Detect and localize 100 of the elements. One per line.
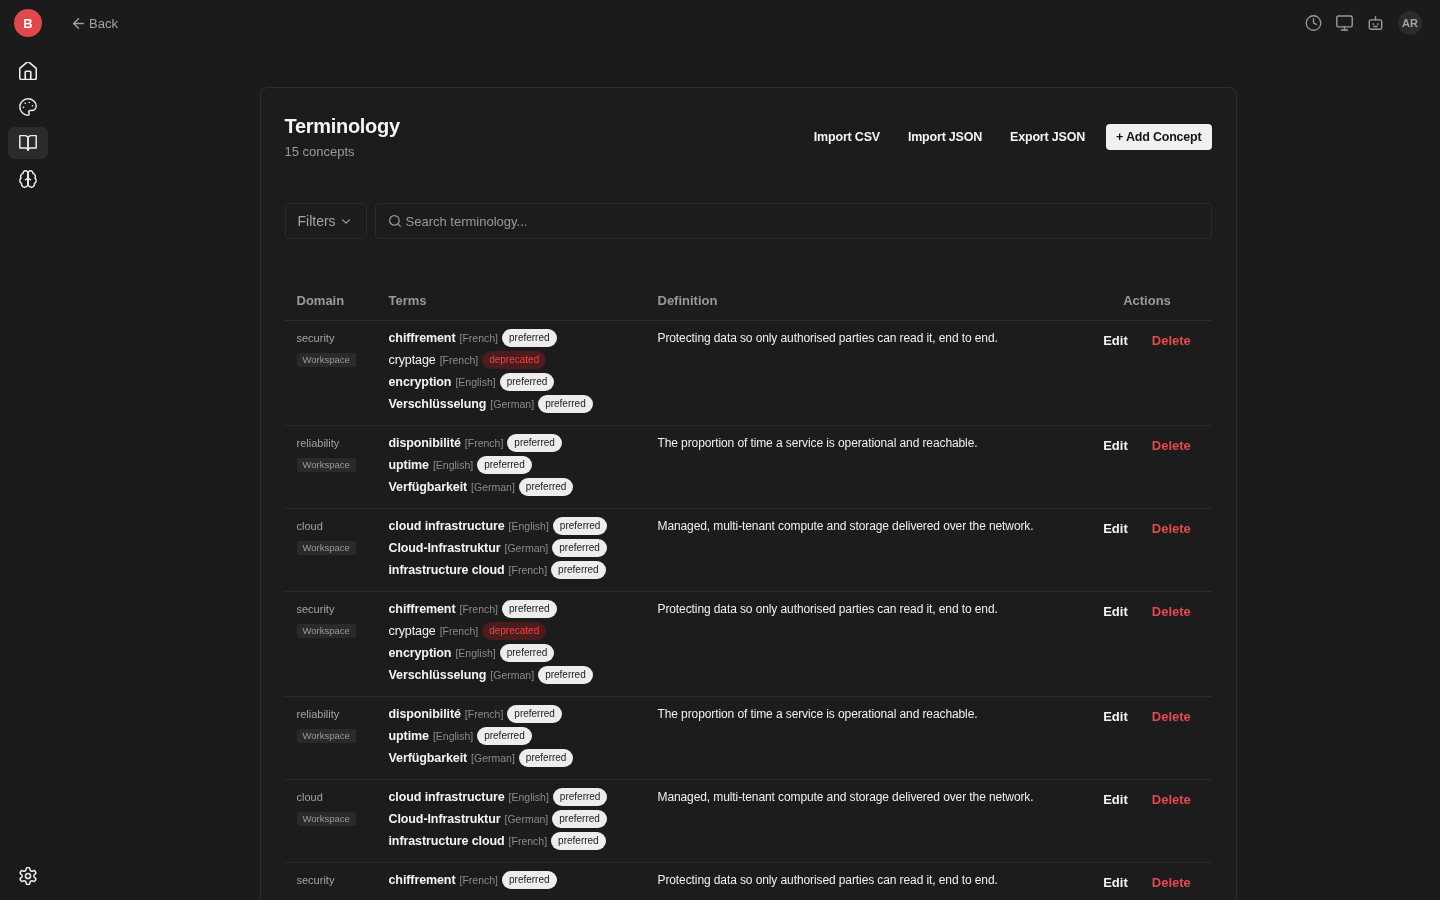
- action-button[interactable]: Export JSON: [999, 124, 1096, 150]
- status-badge: deprecated: [482, 622, 547, 640]
- term-name: cloud infrastructure: [388, 790, 505, 804]
- term-name: encryption: [388, 375, 452, 389]
- column-header: Terms: [388, 292, 427, 308]
- definition-text: Protecting data so only authorised parties can read it, end to end.: [657, 331, 998, 345]
- scope-tag: Workspace: [296, 624, 356, 638]
- term-name: encryption: [388, 646, 452, 660]
- definition-text: Protecting data so only authorised parties can read it, end to end.: [657, 602, 998, 616]
- book-icon: [19, 134, 37, 152]
- scope-tag: Workspace: [296, 541, 356, 555]
- add-concept-button[interactable]: + Add Concept: [1106, 124, 1212, 150]
- language-label: [German]: [490, 669, 535, 681]
- language-label: [French]: [459, 874, 498, 886]
- term-name: Cloud-Infrastruktur: [388, 812, 501, 826]
- language-label: [English]: [508, 791, 549, 803]
- term-name: chiffrement: [388, 331, 456, 345]
- logo: B: [14, 9, 42, 37]
- delete-button[interactable]: Delete: [1139, 789, 1203, 811]
- definition-text: Protecting data so only authorised parties can read it, end to end.: [657, 873, 998, 887]
- domain-label: reliability: [296, 708, 340, 720]
- edit-button[interactable]: Edit: [1091, 435, 1140, 457]
- brain-icon: [19, 170, 37, 188]
- settings-icon[interactable]: [19, 867, 37, 885]
- page-title: Terminology: [284, 114, 400, 139]
- status-badge: preferred: [499, 373, 555, 391]
- edit-button[interactable]: Edit: [1091, 789, 1140, 811]
- scope-tag: Workspace: [296, 812, 356, 826]
- search-field[interactable]: Search terminology...: [374, 203, 1212, 239]
- status-badge: preferred: [552, 539, 607, 557]
- term-name: infrastructure cloud: [388, 834, 505, 848]
- status-badge: preferred: [507, 434, 562, 452]
- edit-button[interactable]: Edit: [1091, 706, 1140, 728]
- term-name: disponibilité: [388, 707, 461, 721]
- edit-button[interactable]: Edit: [1091, 601, 1140, 623]
- robot-icon[interactable]: [1367, 15, 1384, 31]
- language-label: [English]: [455, 376, 496, 388]
- filters-dropdown[interactable]: Filters: [284, 203, 367, 239]
- delete-button[interactable]: Delete: [1139, 435, 1203, 457]
- scope-tag: Workspace: [296, 353, 356, 367]
- language-label: [German]: [504, 813, 549, 825]
- edit-button[interactable]: Edit: [1091, 518, 1140, 540]
- definition-text: The proportion of time a service is operational and reachable.: [657, 707, 978, 721]
- delete-button[interactable]: Delete: [1139, 601, 1203, 623]
- definition-text: The proportion of time a service is operational and reachable.: [657, 436, 978, 450]
- status-badge: preferred: [502, 600, 557, 618]
- term-name: Verfügbarkeit: [388, 751, 468, 765]
- monitor-icon[interactable]: [1336, 15, 1353, 31]
- column-header: Actions: [1123, 292, 1171, 308]
- language-label: [English]: [432, 459, 474, 471]
- scope-tag: Workspace: [296, 458, 356, 472]
- domain-label: security: [296, 332, 335, 344]
- language-label: [French]: [508, 564, 548, 576]
- language-label: [German]: [471, 481, 515, 493]
- term-name: cryptage: [388, 624, 436, 638]
- language-label: [German]: [471, 752, 515, 764]
- status-badge: preferred: [502, 871, 557, 889]
- language-label: [English]: [455, 647, 496, 659]
- term-name: disponibilité: [388, 436, 461, 450]
- term-name: uptime: [388, 458, 429, 472]
- status-badge: preferred: [518, 478, 574, 496]
- avatar[interactable]: AR: [1398, 11, 1422, 35]
- sidebar-item[interactable]: [8, 127, 48, 159]
- status-badge: preferred: [552, 517, 608, 535]
- language-label: [German]: [490, 398, 535, 410]
- status-badge: deprecated: [482, 351, 547, 369]
- action-button[interactable]: Import CSV: [802, 124, 891, 150]
- status-badge: preferred: [502, 329, 557, 347]
- status-badge: preferred: [477, 456, 532, 474]
- language-label: [German]: [504, 542, 549, 554]
- back-link[interactable]: Back: [73, 15, 118, 31]
- status-badge: preferred: [477, 727, 532, 745]
- domain-label: security: [296, 874, 335, 886]
- language-label: [English]: [508, 520, 549, 532]
- language-label: [French]: [459, 332, 498, 344]
- scope-tag: Workspace: [296, 729, 356, 743]
- search-icon: [388, 215, 401, 227]
- delete-button[interactable]: Delete: [1139, 872, 1203, 894]
- home-icon: [19, 62, 37, 80]
- edit-button[interactable]: Edit: [1091, 872, 1140, 894]
- delete-button[interactable]: Delete: [1139, 330, 1203, 352]
- arrow-left-icon: [73, 17, 84, 29]
- term-name: Verschlüsselung: [388, 668, 487, 682]
- status-badge: preferred: [552, 810, 607, 828]
- delete-button[interactable]: Delete: [1139, 518, 1203, 540]
- domain-label: cloud: [296, 520, 323, 532]
- term-name: infrastructure cloud: [388, 563, 505, 577]
- status-badge: preferred: [518, 749, 574, 767]
- action-button[interactable]: Import JSON: [896, 124, 994, 150]
- clock-icon[interactable]: [1305, 15, 1322, 31]
- concept-count: 15 concepts: [284, 143, 356, 161]
- term-name: chiffrement: [388, 873, 456, 887]
- delete-button[interactable]: Delete: [1139, 706, 1203, 728]
- language-label: [French]: [439, 625, 479, 637]
- language-label: [French]: [508, 835, 548, 847]
- language-label: [French]: [464, 437, 504, 449]
- domain-label: security: [296, 603, 335, 615]
- definition-text: Managed, multi-tenant compute and storage delivered over the network.: [657, 519, 1034, 533]
- edit-button[interactable]: Edit: [1091, 330, 1140, 352]
- language-label: [French]: [464, 708, 504, 720]
